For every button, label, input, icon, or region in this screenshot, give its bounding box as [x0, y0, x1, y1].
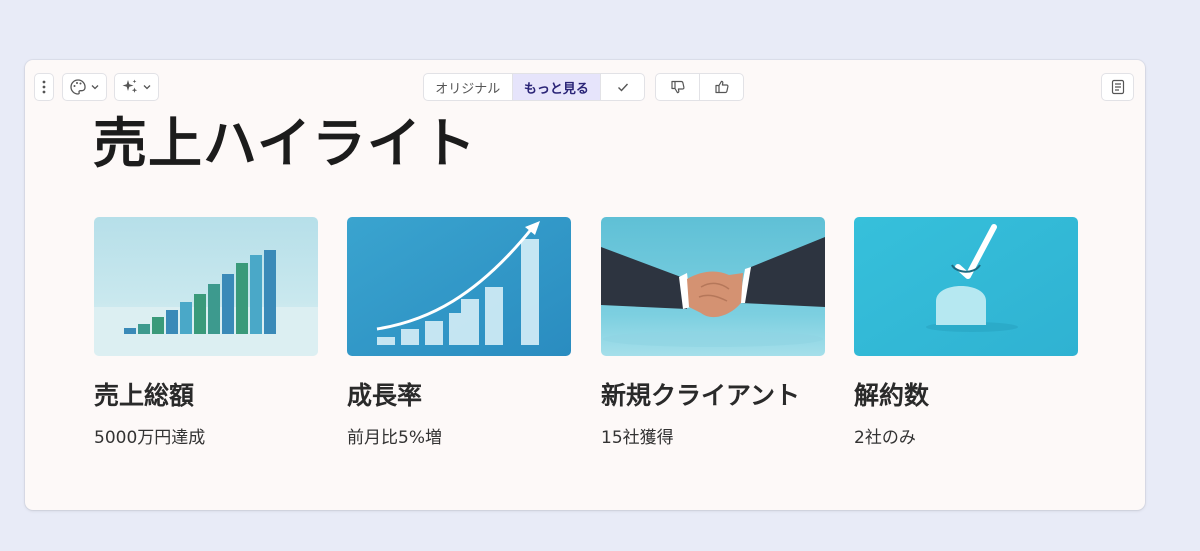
highlight-item-cancellations: 解約数 2社のみ	[854, 217, 1078, 450]
item-description: 2社のみ	[854, 428, 916, 448]
bar-chart-illustration	[94, 217, 318, 356]
palette-icon	[70, 79, 86, 95]
chevron-down-icon	[143, 85, 151, 90]
original-option[interactable]: オリジナル	[424, 74, 512, 100]
item-title: 成長率	[347, 381, 423, 410]
notes-icon	[1111, 79, 1124, 95]
checkmark-illustration	[854, 217, 1078, 356]
confirm-button[interactable]	[600, 74, 644, 100]
thumbs-down-button[interactable]	[656, 74, 699, 100]
item-title: 解約数	[854, 381, 930, 410]
highlight-item-new-clients: 新規クライアント 15社獲得	[601, 217, 825, 450]
more-options-button[interactable]	[34, 73, 54, 101]
handshake-photo	[601, 217, 825, 356]
thumbs-up-icon	[714, 80, 729, 94]
notes-button[interactable]	[1101, 73, 1134, 101]
chevron-down-icon	[91, 85, 99, 90]
ai-dropdown-button[interactable]	[114, 73, 159, 101]
sparkle-icon	[122, 79, 138, 93]
thumbs-down-icon	[670, 80, 685, 94]
version-segmented-control: オリジナル もっと見る	[423, 73, 645, 101]
item-description: 5000万円達成	[94, 428, 206, 448]
page-title: 売上ハイライト	[93, 112, 477, 175]
vertical-dots-icon	[42, 80, 46, 94]
item-title: 売上総額	[94, 381, 195, 410]
item-title: 新規クライアント	[601, 381, 801, 410]
more-option[interactable]: もっと見る	[511, 74, 601, 100]
check-icon	[617, 83, 628, 92]
highlight-item-total-sales: 売上総額 5000万円達成	[94, 217, 318, 450]
slide-card: オリジナル もっと見る 売上ハイライト 売上総額 5000万円達成 成長率 前月…	[25, 60, 1145, 510]
thumbs-up-button[interactable]	[699, 74, 743, 100]
feedback-group	[655, 73, 744, 101]
item-description: 15社獲得	[601, 428, 674, 448]
highlight-item-growth-rate: 成長率 前月比5%増	[347, 217, 571, 450]
growth-arrow-illustration	[347, 217, 571, 356]
theme-dropdown-button[interactable]	[62, 73, 107, 101]
item-description: 前月比5%増	[347, 428, 442, 448]
